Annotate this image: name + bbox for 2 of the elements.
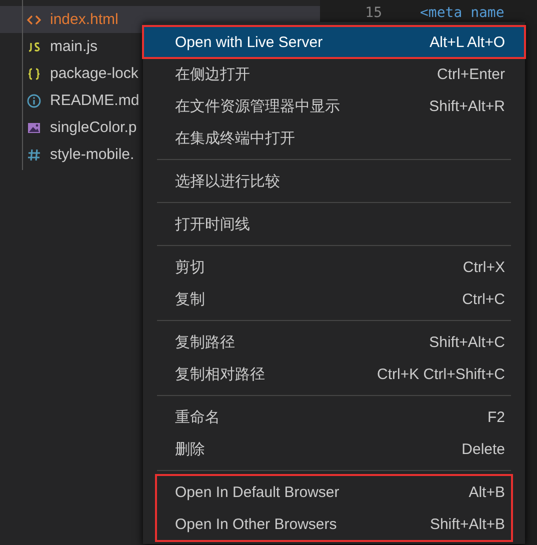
line-number: 15 — [364, 5, 382, 21]
code-line: <meta name — [420, 5, 504, 21]
